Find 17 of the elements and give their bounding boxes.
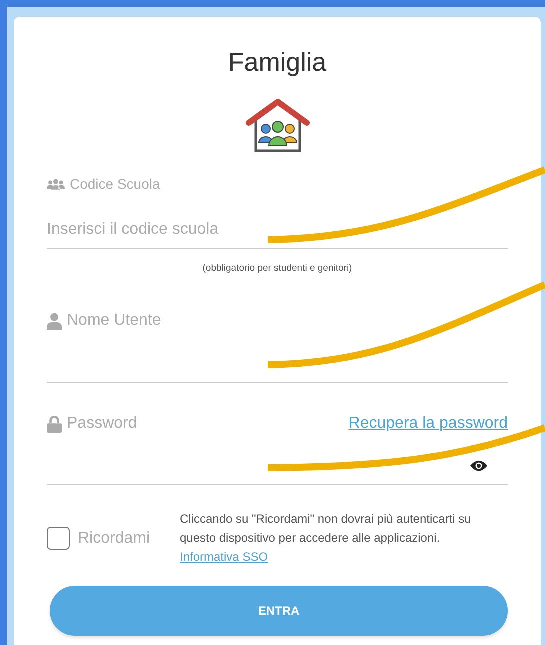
field-note: (obbligatorio per studenti e genitori) [202,263,354,274]
field-label: Codice Scuola [70,176,160,192]
login-button[interactable]: ENTRA [50,586,508,636]
page-title: Famiglia [227,47,328,77]
sso-info-link[interactable]: Informativa SSO [180,548,268,567]
family-house-icon [246,99,310,155]
field-label: Nome Utente [67,312,162,330]
field-label: Password [67,415,138,433]
checkbox-label: Ricordami [78,530,152,548]
remember-info-text: Cliccando su "Ricordami" non dovrai più autenticarti su questo dispositivo per accedere alle applicazioni. [180,511,472,547]
recover-password-link[interactable]: Recupera la password [348,415,508,433]
show-password-icon[interactable] [470,460,488,472]
lock-icon [47,416,62,432]
user-icon [47,312,62,330]
school-code-field[interactable]: Inserisci il codice scuola [47,192,508,249]
remember-checkbox[interactable] [47,527,70,550]
users-icon [47,178,65,190]
